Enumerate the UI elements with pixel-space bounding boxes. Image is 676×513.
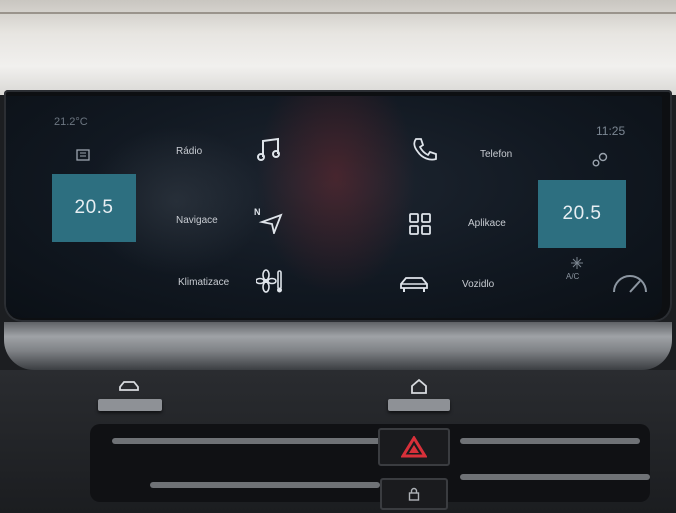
- clock: 11:25: [596, 124, 626, 138]
- temperature-right-value: 20.5: [562, 203, 602, 224]
- fan-speed-icon[interactable]: [610, 272, 650, 299]
- phone-icon[interactable]: [410, 136, 438, 169]
- vent-slat[interactable]: [460, 474, 650, 480]
- infotainment-screen: 21.2°C 11:25 20.5 Rádio Navigace N Klima…: [6, 96, 662, 318]
- menu-label-climate[interactable]: Klimatizace: [178, 277, 229, 288]
- car-icon: [118, 380, 140, 399]
- menu-label-radio[interactable]: Rádio: [176, 146, 202, 157]
- home-icon: [410, 378, 428, 399]
- home-hardware-button[interactable]: [388, 399, 450, 411]
- dashboard-seam: [0, 12, 676, 14]
- menu-label-vehicle[interactable]: Vozidlo: [462, 279, 494, 290]
- temperature-left-value: 20.5: [74, 197, 114, 218]
- menu-label-navigation[interactable]: Navigace: [176, 215, 218, 226]
- menu-label-phone[interactable]: Telefon: [480, 149, 512, 160]
- menu-label-apps[interactable]: Aplikace: [468, 218, 506, 229]
- vent-slat[interactable]: [150, 482, 380, 488]
- car-icon[interactable]: [398, 274, 430, 299]
- ac-toggle[interactable]: A/C: [566, 272, 579, 281]
- settings-icon[interactable]: [591, 152, 609, 173]
- vehicle-hardware-button[interactable]: [98, 399, 162, 411]
- outside-temperature: 21.2°C: [54, 116, 88, 128]
- seat-heat-icon[interactable]: [76, 148, 90, 166]
- lock-button[interactable]: [380, 478, 448, 510]
- screen-trim: [4, 322, 672, 370]
- apps-grid-icon[interactable]: [408, 212, 432, 241]
- temperature-left-button[interactable]: 20.5: [52, 174, 136, 242]
- reflection-glare: [256, 96, 416, 296]
- vent-slat[interactable]: [112, 438, 382, 444]
- vent-slat[interactable]: [460, 438, 640, 444]
- temperature-right-button[interactable]: 20.5: [538, 180, 626, 248]
- dashboard-top: [0, 0, 676, 95]
- lock-icon: [408, 487, 420, 501]
- svg-text:N: N: [254, 207, 261, 217]
- compass-arrow-icon[interactable]: N: [254, 206, 284, 239]
- air-vent: [90, 424, 650, 502]
- fan-icon[interactable]: [255, 268, 284, 299]
- music-note-icon[interactable]: [256, 136, 282, 167]
- hazard-icon: [401, 436, 427, 458]
- hazard-button[interactable]: [378, 428, 450, 466]
